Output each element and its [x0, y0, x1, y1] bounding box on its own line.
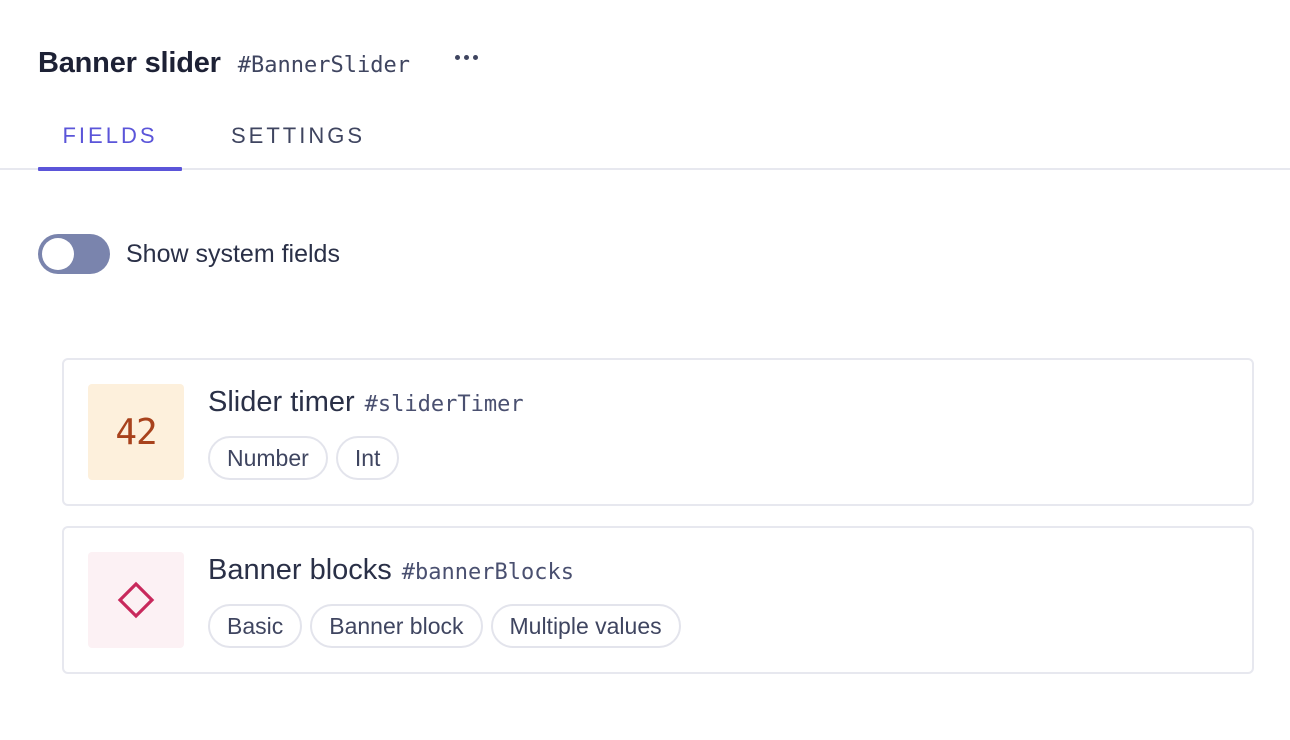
toggle-knob — [42, 238, 74, 270]
field-badges: Number Int — [208, 436, 400, 480]
field-card-slider-timer[interactable]: 42 Slider timer #sliderTimer Number Int — [62, 358, 1254, 506]
field-type-badge: Number — [208, 436, 328, 480]
component-diamond-icon — [88, 552, 184, 648]
model-title: Banner slider — [38, 46, 221, 79]
tab-settings[interactable]: SETTINGS — [222, 104, 374, 168]
schema-model-page: Banner slider #BannerSlider FIELDS SETTI… — [0, 0, 1290, 740]
field-card-banner-blocks[interactable]: Banner blocks #bannerBlocks Basic Banner… — [62, 526, 1254, 674]
field-api-id: #sliderTimer — [364, 392, 524, 417]
field-type-badge: Basic — [208, 604, 303, 648]
more-options-button[interactable] — [450, 40, 484, 74]
more-horizontal-icon — [455, 54, 479, 60]
show-system-fields-toggle[interactable] — [38, 234, 110, 274]
system-fields-toggle-row: Show system fields — [38, 234, 340, 274]
field-multiple-badge: Multiple values — [490, 604, 681, 648]
field-name-row: Banner blocks #bannerBlocks — [208, 554, 574, 594]
diamond-shape — [117, 581, 155, 619]
field-api-id: #bannerBlocks — [401, 560, 574, 585]
tab-fields[interactable]: FIELDS — [38, 104, 182, 171]
model-api-id: #BannerSlider — [237, 52, 410, 78]
field-component-badge: Banner block — [310, 604, 483, 648]
field-name-row: Slider timer #sliderTimer — [208, 386, 524, 426]
model-tabs: FIELDS SETTINGS — [0, 104, 1290, 171]
field-name: Slider timer — [208, 386, 355, 418]
show-system-fields-label: Show system fields — [126, 239, 340, 268]
field-badges: Basic Banner block Multiple values — [208, 604, 681, 648]
number-icon: 42 — [88, 384, 184, 480]
field-subtype-badge: Int — [335, 436, 400, 480]
field-name: Banner blocks — [208, 554, 392, 586]
model-header: Banner slider #BannerSlider — [38, 40, 484, 86]
